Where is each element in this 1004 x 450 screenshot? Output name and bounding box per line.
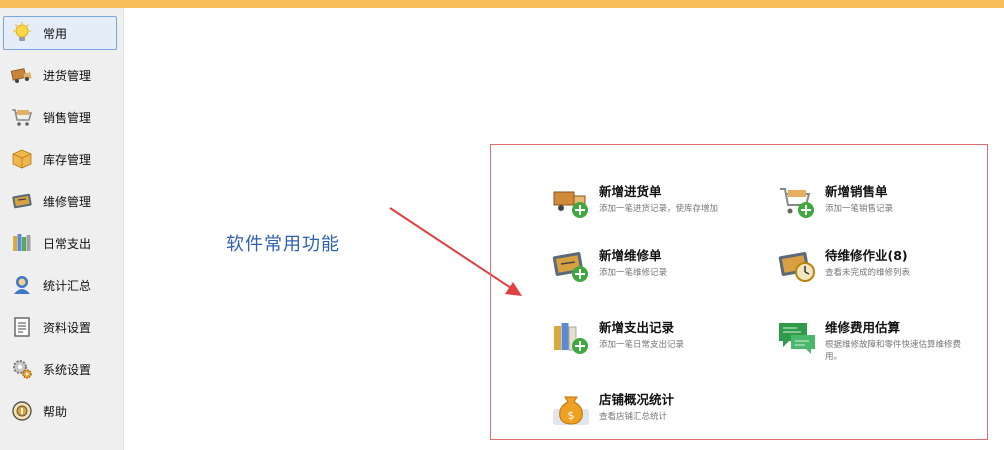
user-stats-icon — [10, 273, 34, 297]
chat-estimate-icon — [777, 317, 817, 357]
func-title: 新增维修单 — [599, 248, 662, 263]
func-repair-cost-estimate[interactable]: 维修费用估算 根据维修故障和零件快速估算维修费用。 — [777, 317, 973, 363]
func-desc: 添加一笔销售记录 — [825, 204, 894, 214]
sidebar-item-label: 库存管理 — [43, 152, 92, 167]
books-add-icon — [551, 317, 591, 357]
shopping-cart-icon — [10, 105, 34, 129]
sidebar-item-help[interactable]: 帮助 — [3, 394, 117, 428]
sidebar-item-repair[interactable]: 维修管理 — [3, 184, 117, 218]
truck-add-icon — [551, 181, 591, 221]
toolbox-icon — [10, 189, 34, 213]
sidebar-item-common[interactable]: 常用 — [3, 16, 117, 50]
svg-text:$: $ — [568, 409, 575, 422]
sidebar: 常用 进货管理 销售管理 库存管理 维修管理 日常支出 统计汇总 资料设置 系统… — [0, 8, 124, 450]
func-desc: 根据维修故障和零件快速估算维修费用。 — [825, 340, 962, 362]
truck-icon — [10, 63, 34, 87]
document-icon — [10, 315, 34, 339]
top-accent-bar — [0, 0, 1004, 8]
clock-toolbox-icon — [777, 245, 817, 285]
sidebar-item-label: 日常支出 — [43, 236, 92, 251]
help-icon — [10, 399, 34, 423]
func-new-purchase-order[interactable]: 新增进货单 添加一笔进货记录，使库存增加 — [551, 181, 718, 221]
func-title: 待维修作业(8) — [825, 248, 908, 263]
box-icon — [10, 147, 34, 171]
func-new-repair-order[interactable]: 新增维修单 添加一笔维修记录 — [551, 245, 667, 285]
sidebar-item-expenses[interactable]: 日常支出 — [3, 226, 117, 260]
func-title: 新增销售单 — [825, 184, 888, 199]
main-content: 软件常用功能 新增进货单 添加一笔进货记录，使库存增加 新增销售单 添加一笔销售… — [124, 8, 1004, 450]
gears-icon — [10, 357, 34, 381]
func-store-overview-statistics[interactable]: $ 店铺概况统计 查看店铺汇总统计 — [551, 389, 674, 429]
sidebar-item-system-settings[interactable]: 系统设置 — [3, 352, 117, 386]
toolbox-add-icon — [551, 245, 591, 285]
sidebar-item-sales[interactable]: 销售管理 — [3, 100, 117, 134]
sidebar-item-label: 系统设置 — [43, 362, 92, 377]
page-heading: 软件常用功能 — [226, 234, 340, 255]
func-desc: 查看未完成的维修列表 — [825, 268, 911, 278]
func-title: 新增进货单 — [599, 184, 662, 199]
cart-add-icon — [777, 181, 817, 221]
sidebar-item-label: 帮助 — [43, 404, 68, 419]
sidebar-item-data-settings[interactable]: 资料设置 — [3, 310, 117, 344]
common-functions-panel: 新增进货单 添加一笔进货记录，使库存增加 新增销售单 添加一笔销售记录 新增维修… — [490, 144, 988, 440]
sidebar-item-label: 维修管理 — [43, 194, 92, 209]
func-new-sales-order[interactable]: 新增销售单 添加一笔销售记录 — [777, 181, 893, 221]
sidebar-item-label: 资料设置 — [43, 320, 92, 335]
func-title: 维修费用估算 — [825, 320, 901, 335]
money-bag-icon: $ — [551, 389, 591, 429]
books-icon — [10, 231, 34, 255]
sidebar-item-inventory[interactable]: 库存管理 — [3, 142, 117, 176]
func-desc: 添加一笔维修记录 — [599, 268, 668, 278]
func-new-expense-record[interactable]: 新增支出记录 添加一笔日常支出记录 — [551, 317, 684, 357]
func-title: 店铺概况统计 — [599, 392, 675, 407]
func-desc: 添加一笔日常支出记录 — [599, 340, 685, 350]
sidebar-item-purchase[interactable]: 进货管理 — [3, 58, 117, 92]
func-title: 新增支出记录 — [599, 320, 675, 335]
sidebar-item-label: 销售管理 — [43, 110, 92, 125]
lightbulb-icon — [10, 21, 34, 45]
sidebar-item-label: 统计汇总 — [43, 278, 92, 293]
func-desc: 查看店铺汇总统计 — [599, 412, 668, 422]
func-desc: 添加一笔进货记录，使库存增加 — [599, 204, 719, 214]
sidebar-item-label: 进货管理 — [43, 68, 92, 83]
sidebar-item-statistics[interactable]: 统计汇总 — [3, 268, 117, 302]
func-pending-repairs[interactable]: 待维修作业(8) 查看未完成的维修列表 — [777, 245, 910, 285]
sidebar-item-label: 常用 — [43, 26, 68, 41]
